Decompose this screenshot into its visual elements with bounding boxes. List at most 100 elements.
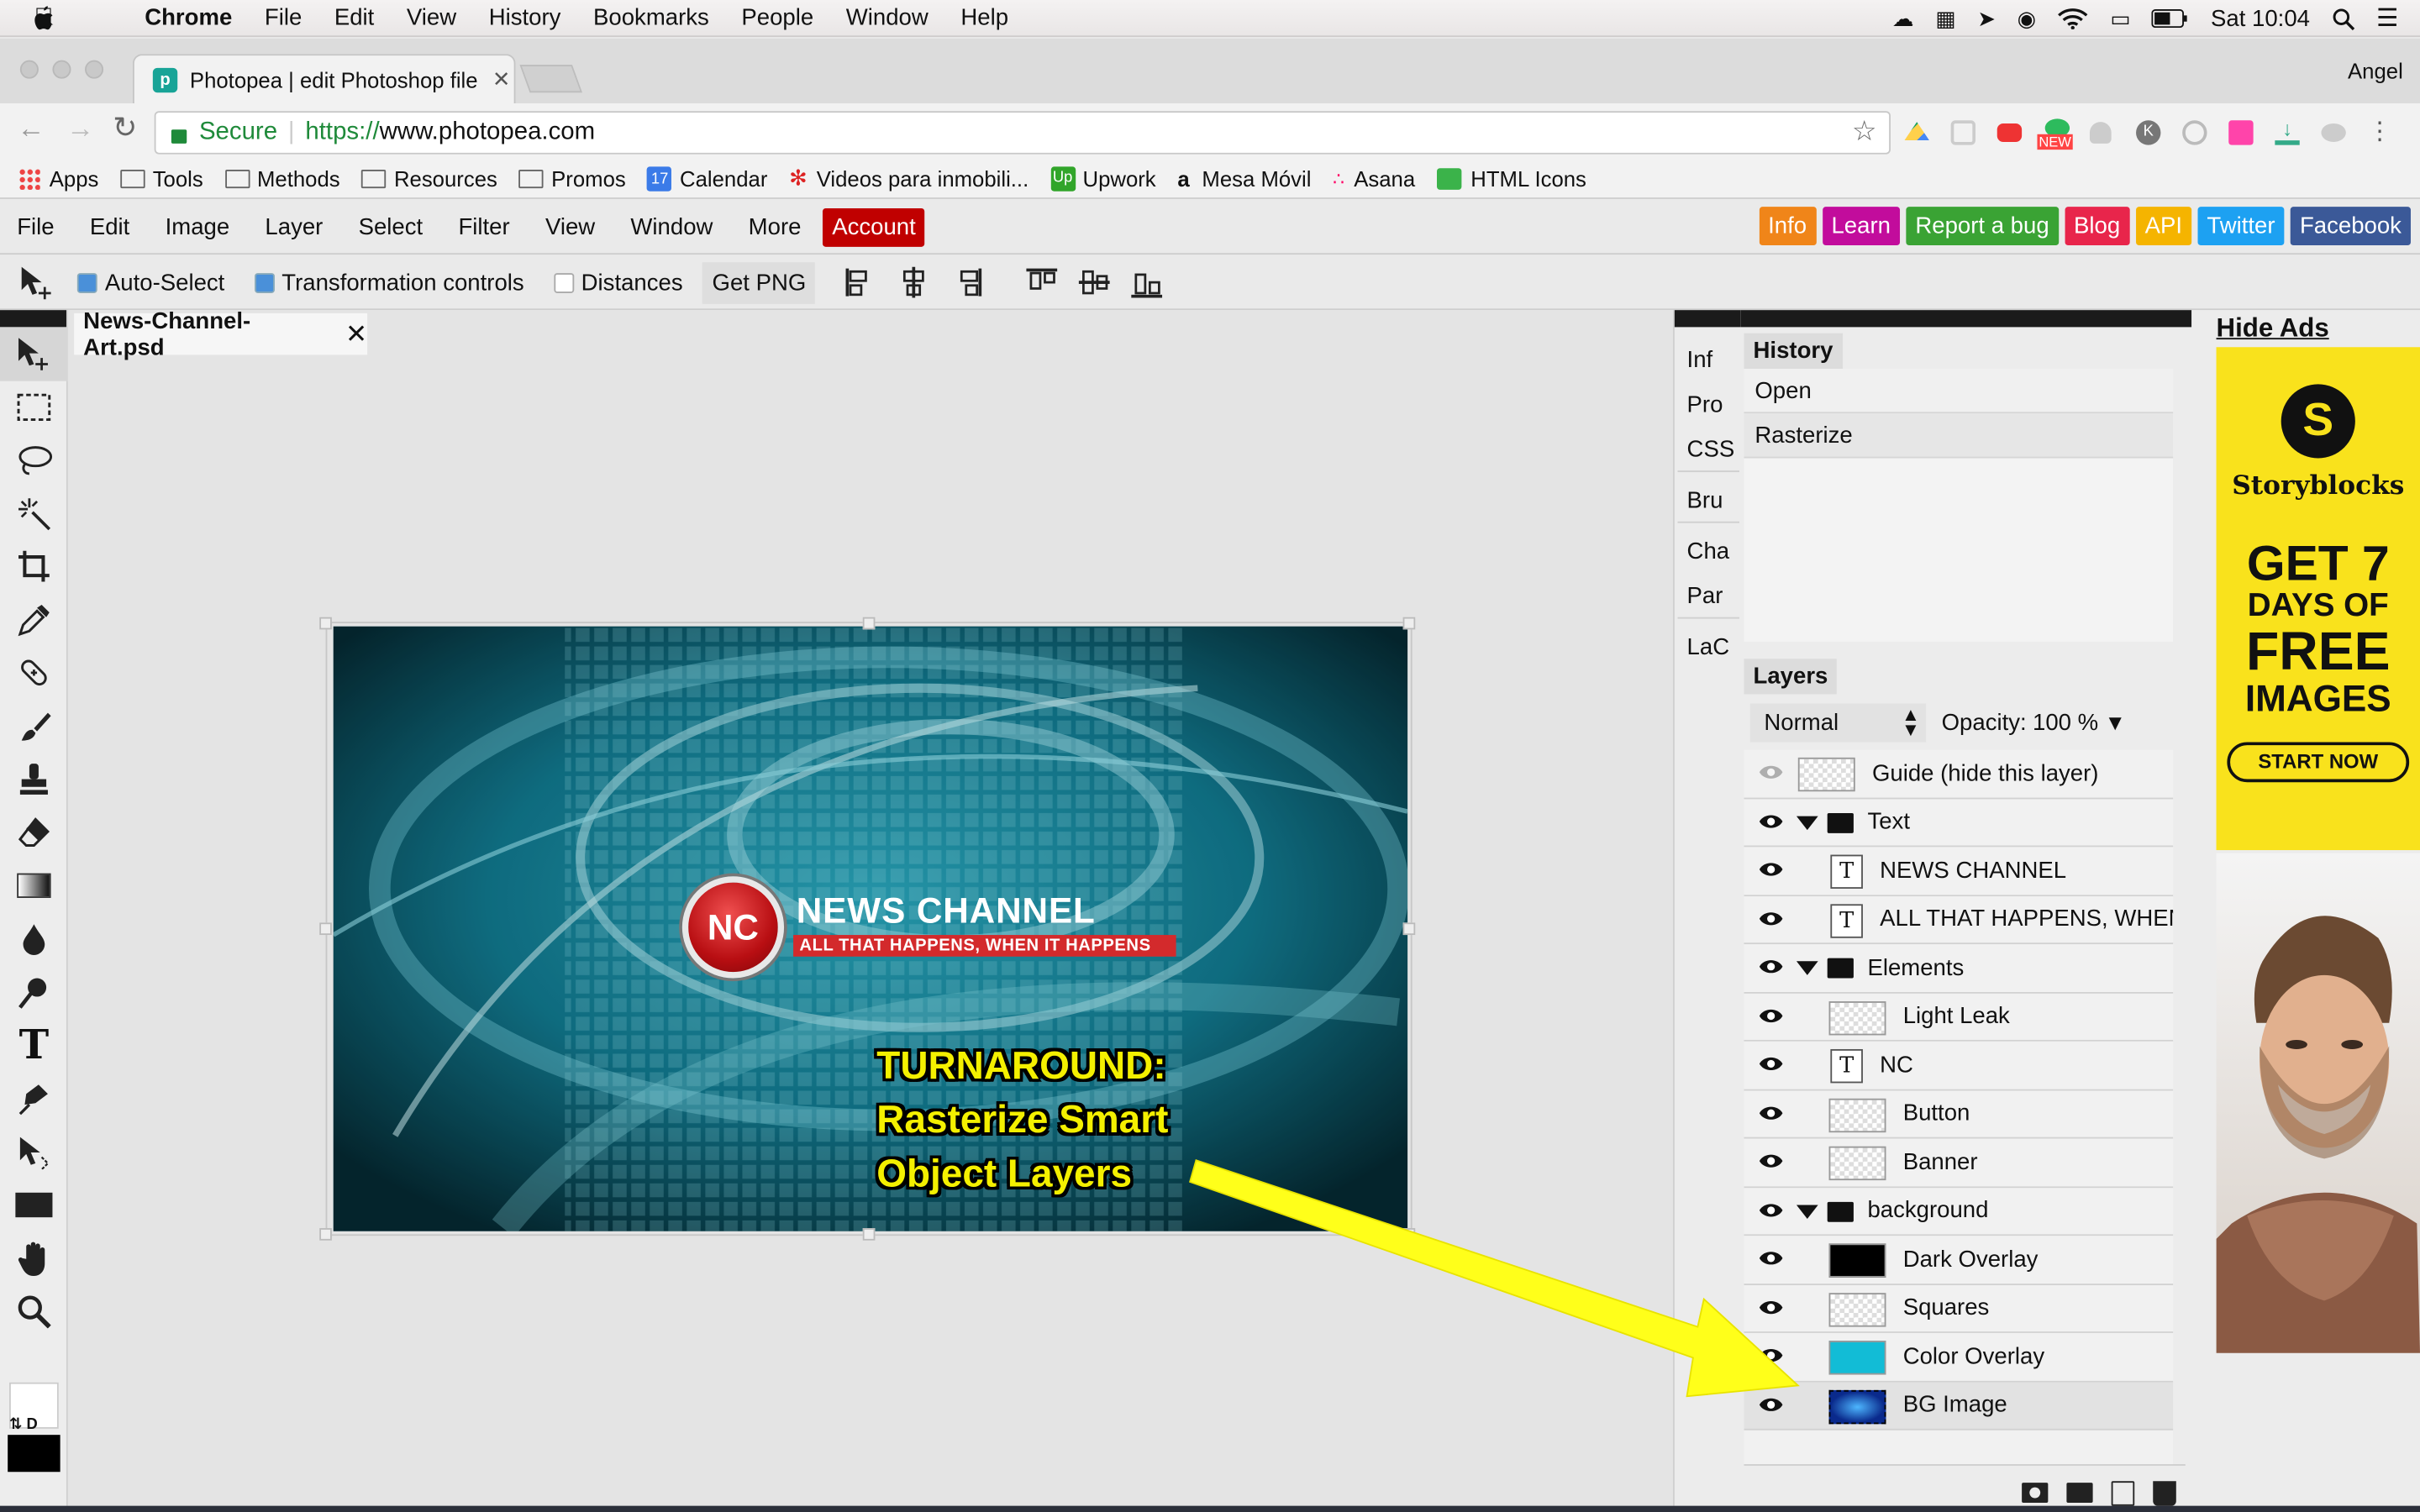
tool-stamp[interactable]	[0, 753, 68, 806]
notification-center-icon[interactable]: ☰	[2376, 3, 2398, 34]
calendar-ext-icon[interactable]	[2228, 120, 2254, 145]
mac-menu-app[interactable]: Chrome	[145, 5, 232, 31]
group-expand-icon[interactable]	[1796, 815, 1818, 830]
menu-view[interactable]: View	[545, 213, 595, 239]
visibility-eye-icon[interactable]	[1758, 1151, 1784, 1171]
visibility-eye-icon[interactable]	[1758, 1005, 1784, 1026]
foreground-color-swatch[interactable]	[8, 1435, 60, 1473]
get-png-button[interactable]: Get PNG	[702, 261, 816, 303]
tool-healing[interactable]	[0, 647, 68, 700]
group-expand-icon[interactable]	[1796, 1204, 1818, 1219]
layer-mask-icon[interactable]	[2022, 1483, 2049, 1503]
visibility-eye-icon[interactable]	[1758, 957, 1784, 977]
menu-more[interactable]: More	[749, 213, 802, 239]
blog-link[interactable]: Blog	[2065, 207, 2130, 246]
new-group-icon[interactable]	[2066, 1483, 2093, 1503]
group-expand-icon[interactable]	[1796, 961, 1818, 975]
bookmark-methods[interactable]: Methods	[224, 165, 340, 191]
status-arrow-icon[interactable]: ➤	[1977, 5, 1996, 31]
history-item-selected[interactable]: Rasterize	[1744, 413, 2174, 459]
status-cloud-icon[interactable]: ☁	[1892, 5, 1914, 31]
layer-row-squares[interactable]: Squares	[1744, 1284, 2174, 1333]
visibility-eye-icon[interactable]	[1758, 859, 1784, 879]
mac-menu-file[interactable]: File	[265, 5, 302, 31]
new-tab-button[interactable]	[519, 65, 582, 93]
transform-handle[interactable]	[1402, 1228, 1416, 1241]
window-close-button[interactable]	[19, 60, 39, 79]
tool-eraser[interactable]	[0, 806, 68, 859]
align-right-icon[interactable]	[955, 265, 986, 299]
bookmark-calendar[interactable]: 17 Calendar	[647, 165, 767, 191]
transform-handle[interactable]	[862, 1228, 876, 1241]
mac-menu-help[interactable]: Help	[960, 5, 1008, 31]
opacity-dropdown-icon[interactable]: ▼	[2105, 710, 2126, 734]
api-link[interactable]: API	[2135, 207, 2192, 246]
tool-gradient[interactable]	[0, 859, 68, 912]
info-link[interactable]: Info	[1759, 207, 1817, 246]
profile-name[interactable]: Angel	[2348, 59, 2403, 83]
visibility-eye-icon[interactable]	[1758, 1297, 1784, 1317]
bookmark-apps[interactable]: Apps	[18, 165, 98, 191]
layers-tab[interactable]: Layers	[1744, 659, 1838, 695]
status-bookmark-icon[interactable]: ▦	[1935, 5, 1955, 31]
reload-icon[interactable]: ↻	[113, 111, 137, 146]
layer-group-background[interactable]: background	[1744, 1187, 2174, 1236]
history-item[interactable]: Open	[1744, 368, 2174, 414]
account-button[interactable]: Account	[823, 207, 925, 246]
align-bottom-icon[interactable]	[1130, 265, 1164, 299]
storyblocks-ad[interactable]: S Storyblocks GET 7 DAYS OF FREE IMAGES …	[2216, 347, 2420, 851]
bird-ext-icon[interactable]	[2321, 123, 2346, 142]
learn-link[interactable]: Learn	[1822, 207, 1900, 246]
panel-paragraph-toggle[interactable]: Par	[1677, 574, 1740, 619]
transform-handle[interactable]	[319, 922, 332, 936]
bookmark-promos[interactable]: Promos	[518, 165, 626, 191]
panels-collapse-bar[interactable]	[1740, 310, 2192, 328]
tool-type[interactable]: T	[0, 1019, 68, 1072]
visibility-eye-icon[interactable]	[1758, 908, 1784, 928]
status-record-icon[interactable]: ◉	[2018, 5, 2036, 31]
tool-shape[interactable]	[0, 1179, 68, 1231]
window-zoom-button[interactable]	[85, 60, 104, 79]
hide-ads-link[interactable]: Hide Ads	[2217, 313, 2329, 344]
tool-magic-wand[interactable]	[0, 486, 68, 539]
document-close-icon[interactable]: ✕	[345, 318, 367, 349]
visibility-eye-icon[interactable]	[1758, 1394, 1784, 1414]
menu-filter[interactable]: Filter	[458, 213, 509, 239]
layer-group-elements[interactable]: Elements	[1744, 944, 2174, 993]
visibility-eye-icon[interactable]	[1758, 1102, 1784, 1122]
mac-menu-view[interactable]: View	[407, 5, 456, 31]
tool-marquee[interactable]	[0, 381, 68, 433]
twitter-link[interactable]: Twitter	[2197, 207, 2285, 246]
visibility-eye-icon[interactable]	[1758, 1346, 1784, 1366]
menu-window[interactable]: Window	[630, 213, 713, 239]
layer-row-dark-overlay[interactable]: Dark Overlay	[1744, 1236, 2174, 1285]
youtube-ext-icon[interactable]	[1996, 123, 2023, 142]
clock[interactable]: Sat 10:04	[2211, 5, 2310, 31]
power-ext-icon[interactable]	[2182, 120, 2207, 145]
k-ext-icon[interactable]: K	[2136, 120, 2161, 145]
bookmark-tools[interactable]: Tools	[120, 165, 203, 191]
visibility-eye-icon[interactable]	[1758, 1053, 1784, 1074]
tool-pen[interactable]	[0, 1073, 68, 1126]
visibility-eye-icon[interactable]	[1758, 811, 1784, 831]
new-layer-icon[interactable]	[2111, 1480, 2135, 1505]
ad-cta-button[interactable]: START NOW	[2227, 742, 2410, 783]
layer-row-button[interactable]: Button	[1744, 1089, 2174, 1139]
tool-brush[interactable]	[0, 700, 68, 753]
tool-move[interactable]	[0, 327, 68, 381]
layer-row-color-overlay[interactable]: Color Overlay	[1744, 1332, 2174, 1382]
back-icon[interactable]: ←	[17, 113, 45, 145]
browser-tab-photopea[interactable]: p Photopea | edit Photoshop file ✕	[132, 54, 516, 104]
tool-dodge[interactable]	[0, 966, 68, 1019]
spotlight-search-icon[interactable]	[2332, 7, 2355, 30]
menu-file[interactable]: File	[17, 213, 54, 239]
menu-layer[interactable]: Layer	[265, 213, 323, 239]
chrome-menu-icon[interactable]: ⋮	[2368, 119, 2392, 144]
report-bug-link[interactable]: Report a bug	[1906, 207, 2059, 246]
menu-select[interactable]: Select	[359, 213, 424, 239]
layer-row-banner[interactable]: Banner	[1744, 1138, 2174, 1188]
layer-row-tagline[interactable]: T ALL THAT HAPPENS, WHEN IT	[1744, 895, 2174, 945]
document-tab[interactable]: News-Channel-Art.psd ✕	[74, 307, 368, 360]
auto-select-checkbox[interactable]	[76, 272, 97, 293]
swap-reset-colors[interactable]: ⇅ D	[9, 1416, 38, 1433]
